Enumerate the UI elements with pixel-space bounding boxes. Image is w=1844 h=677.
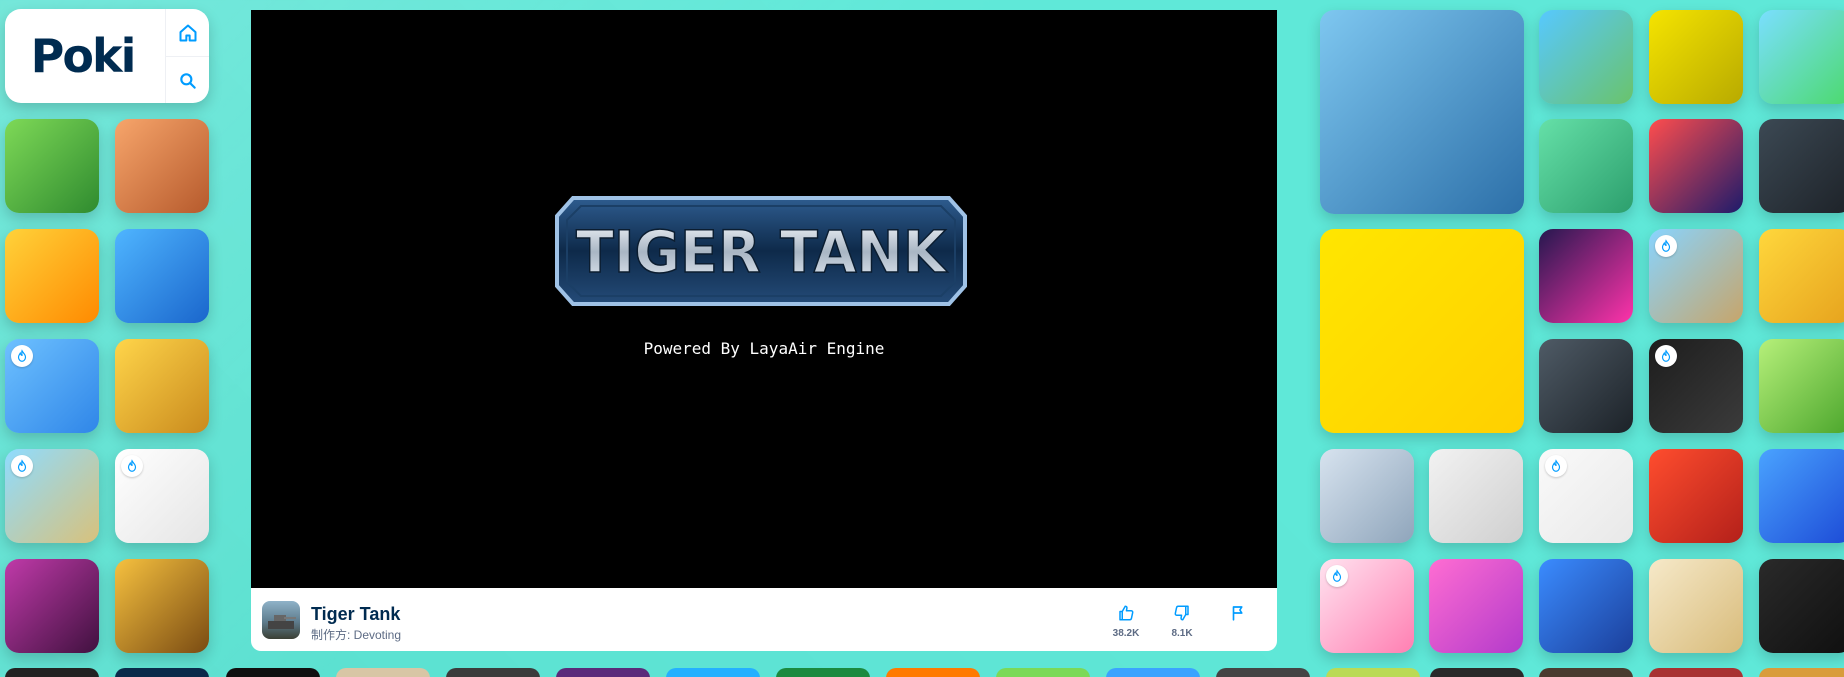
game-tile-partial[interactable] [1106, 668, 1200, 677]
likes-count: 38.2K [1112, 628, 1140, 639]
splash-title-text: TIGER TANK [576, 218, 948, 286]
survival-island-tile[interactable] [1649, 229, 1743, 323]
game-thumbnail [262, 601, 300, 639]
hot-flame-icon [1655, 235, 1677, 257]
poki-logo-card: Poki [5, 9, 209, 103]
dislike-button[interactable]: 8.1K [1162, 604, 1202, 639]
spartan-warrior-tile[interactable] [1649, 449, 1743, 543]
stick-war-tile[interactable] [1759, 229, 1844, 323]
hot-flame-icon [11, 455, 33, 477]
falling-man-tile[interactable] [1429, 559, 1523, 653]
soldier-game-tile[interactable] [115, 229, 209, 323]
game-developer: 制作方: Devoting [311, 628, 402, 642]
green-tank-tile[interactable] [1759, 339, 1844, 433]
game-canvas[interactable]: TIGER TANK Powered By LayaAir Engine [251, 10, 1277, 588]
thumbs-down-icon [1174, 605, 1189, 621]
home-button[interactable] [166, 9, 209, 56]
poki-logo[interactable]: Poki [5, 9, 160, 103]
hot-flame-icon [11, 345, 33, 367]
game-info-bar: Tiger Tank 制作方: Devoting 38.2K 8.1K [251, 588, 1277, 651]
racing-car-tile[interactable] [1649, 119, 1743, 213]
powered-by-text: Powered By LayaAir Engine [643, 339, 885, 358]
game-tile-partial[interactable] [1649, 668, 1743, 677]
game-title: Tiger Tank [311, 604, 401, 624]
jet-game-tile[interactable] [115, 119, 209, 213]
search-icon [180, 72, 196, 89]
combat-reloaded-tile[interactable] [1539, 339, 1633, 433]
game-tile-partial[interactable] [5, 668, 99, 677]
runner-game-tile[interactable] [1539, 119, 1633, 213]
game-tile-partial[interactable] [226, 668, 320, 677]
monster-truck-tile[interactable] [1539, 10, 1633, 104]
tiger-tank-title-plate: TIGER TANK [555, 196, 967, 306]
game-tile-partial[interactable] [1539, 668, 1633, 677]
poki-logo-text: Poki [30, 29, 137, 83]
cube-building-tile[interactable] [1759, 10, 1844, 104]
game-tile-partial[interactable] [446, 668, 540, 677]
game-tile-partial[interactable] [556, 668, 650, 677]
flag-icon [1232, 606, 1243, 621]
dice-game-tile[interactable] [1649, 559, 1743, 653]
viking-sword-tile[interactable] [1320, 449, 1414, 543]
brain-allstar-tile[interactable] [1320, 559, 1414, 653]
game-tile-partial[interactable] [1326, 668, 1420, 677]
drift-game-tile[interactable] [1539, 229, 1633, 323]
game-tile-partial[interactable] [996, 668, 1090, 677]
home-icon [179, 24, 197, 41]
game-tile-partial[interactable] [115, 668, 209, 677]
hot-flame-icon [1655, 345, 1677, 367]
game-tile-partial[interactable] [886, 668, 980, 677]
temple-run-tile[interactable] [115, 559, 209, 653]
game-tile-partial[interactable] [776, 668, 870, 677]
game-tile-partial[interactable] [1759, 668, 1844, 677]
cryzen-tile[interactable] [1759, 559, 1844, 653]
skull-game-tile[interactable] [5, 559, 99, 653]
angry-viking-tile[interactable] [115, 339, 209, 433]
draw-line-tile[interactable] [5, 339, 99, 433]
fishing-game-tile[interactable] [5, 449, 99, 543]
spike-jump-tile[interactable] [1649, 10, 1743, 104]
thumbs-up-icon [1119, 605, 1134, 621]
paint-mix-tile[interactable] [1539, 449, 1633, 543]
stickman-knight-tile[interactable] [1320, 229, 1524, 433]
nav-buttons [165, 9, 209, 103]
pirate-raft-tile[interactable] [1539, 559, 1633, 653]
game-tile-partial[interactable] [666, 668, 760, 677]
game-tile-partial[interactable] [336, 668, 430, 677]
punch-numbers-tile[interactable] [1759, 449, 1844, 543]
ping-pong-tile[interactable] [5, 229, 99, 323]
tank-game-tile[interactable] [5, 119, 99, 213]
hot-flame-icon [1326, 565, 1348, 587]
stickman-gunner-tile[interactable] [1429, 449, 1523, 543]
hot-flame-icon [1545, 455, 1567, 477]
battleship-war-tile[interactable] [1759, 119, 1844, 213]
report-button[interactable] [1218, 604, 1258, 628]
search-button[interactable] [166, 56, 209, 103]
color-fill-tile[interactable] [115, 449, 209, 543]
dislikes-count: 8.1K [1171, 628, 1193, 639]
marble-run-tile[interactable] [1649, 339, 1743, 433]
hot-flame-icon [121, 455, 143, 477]
game-tile-partial[interactable] [1216, 668, 1310, 677]
like-button[interactable]: 38.2K [1106, 604, 1146, 639]
game-player[interactable]: TIGER TANK Powered By LayaAir Engine [251, 10, 1277, 588]
pirate-ship-tile[interactable] [1320, 10, 1524, 214]
game-tile-partial[interactable] [1430, 668, 1524, 677]
